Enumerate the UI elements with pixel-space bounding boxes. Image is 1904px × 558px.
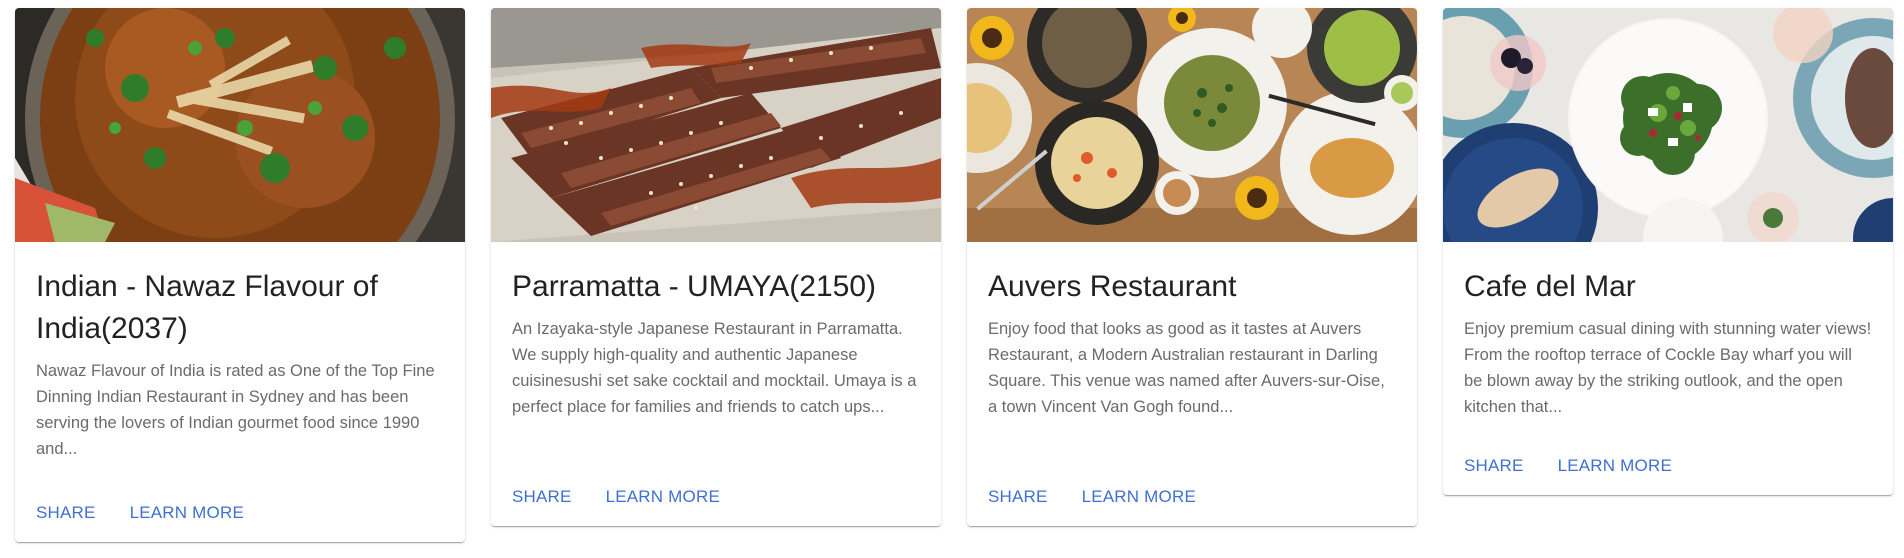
sliced-beef-image — [491, 8, 941, 242]
card-description: Enjoy food that looks as good as it tast… — [988, 320, 1385, 416]
restaurant-card: Cafe del Mar Enjoy premium casual dining… — [1443, 8, 1893, 495]
card-content: Cafe del Mar Enjoy premium casual dining… — [1443, 242, 1893, 420]
card-title: Auvers Restaurant — [988, 270, 1237, 303]
card-content: Indian - Nawaz Flavour of India(2037) Na… — [15, 242, 465, 462]
card-image[interactable] — [491, 8, 941, 242]
card-actions: SHARE LEARN MORE — [512, 486, 720, 508]
learn-more-button[interactable]: LEARN MORE — [1082, 486, 1196, 508]
card-description: Enjoy premium casual dining with stunnin… — [1464, 320, 1872, 416]
curry-dish-image — [15, 8, 465, 242]
restaurant-card-list: Indian - Nawaz Flavour of India(2037) Na… — [0, 0, 1904, 558]
share-button[interactable]: SHARE — [1464, 455, 1524, 477]
card-actions: SHARE LEARN MORE — [988, 486, 1196, 508]
restaurant-card: Parramatta - UMAYA(2150) An Izayaka-styl… — [491, 8, 941, 526]
salad-plate-image — [1443, 8, 1893, 242]
share-button[interactable]: SHARE — [36, 502, 96, 524]
card-title: Cafe del Mar — [1464, 270, 1636, 303]
learn-more-button[interactable]: LEARN MORE — [1558, 455, 1672, 477]
card-image[interactable] — [1443, 8, 1893, 242]
card-image[interactable] — [967, 8, 1417, 242]
share-button[interactable]: SHARE — [512, 486, 572, 508]
card-actions: SHARE LEARN MORE — [36, 502, 244, 524]
card-content: Parramatta - UMAYA(2150) An Izayaka-styl… — [491, 242, 941, 420]
card-image[interactable] — [15, 8, 465, 242]
learn-more-button[interactable]: LEARN MORE — [606, 486, 720, 508]
card-description: An Izayaka-style Japanese Restaurant in … — [512, 320, 917, 416]
card-title: Indian - Nawaz Flavour of India(2037) — [36, 270, 378, 345]
brunch-table-image — [967, 8, 1417, 242]
restaurant-card: Auvers Restaurant Enjoy food that looks … — [967, 8, 1417, 526]
share-button[interactable]: SHARE — [988, 486, 1048, 508]
card-actions: SHARE LEARN MORE — [1464, 455, 1672, 477]
learn-more-button[interactable]: LEARN MORE — [130, 502, 244, 524]
card-title: Parramatta - UMAYA(2150) — [512, 270, 876, 303]
restaurant-card: Indian - Nawaz Flavour of India(2037) Na… — [15, 8, 465, 542]
card-description: Nawaz Flavour of India is rated as One o… — [36, 362, 435, 458]
card-content: Auvers Restaurant Enjoy food that looks … — [967, 242, 1417, 420]
